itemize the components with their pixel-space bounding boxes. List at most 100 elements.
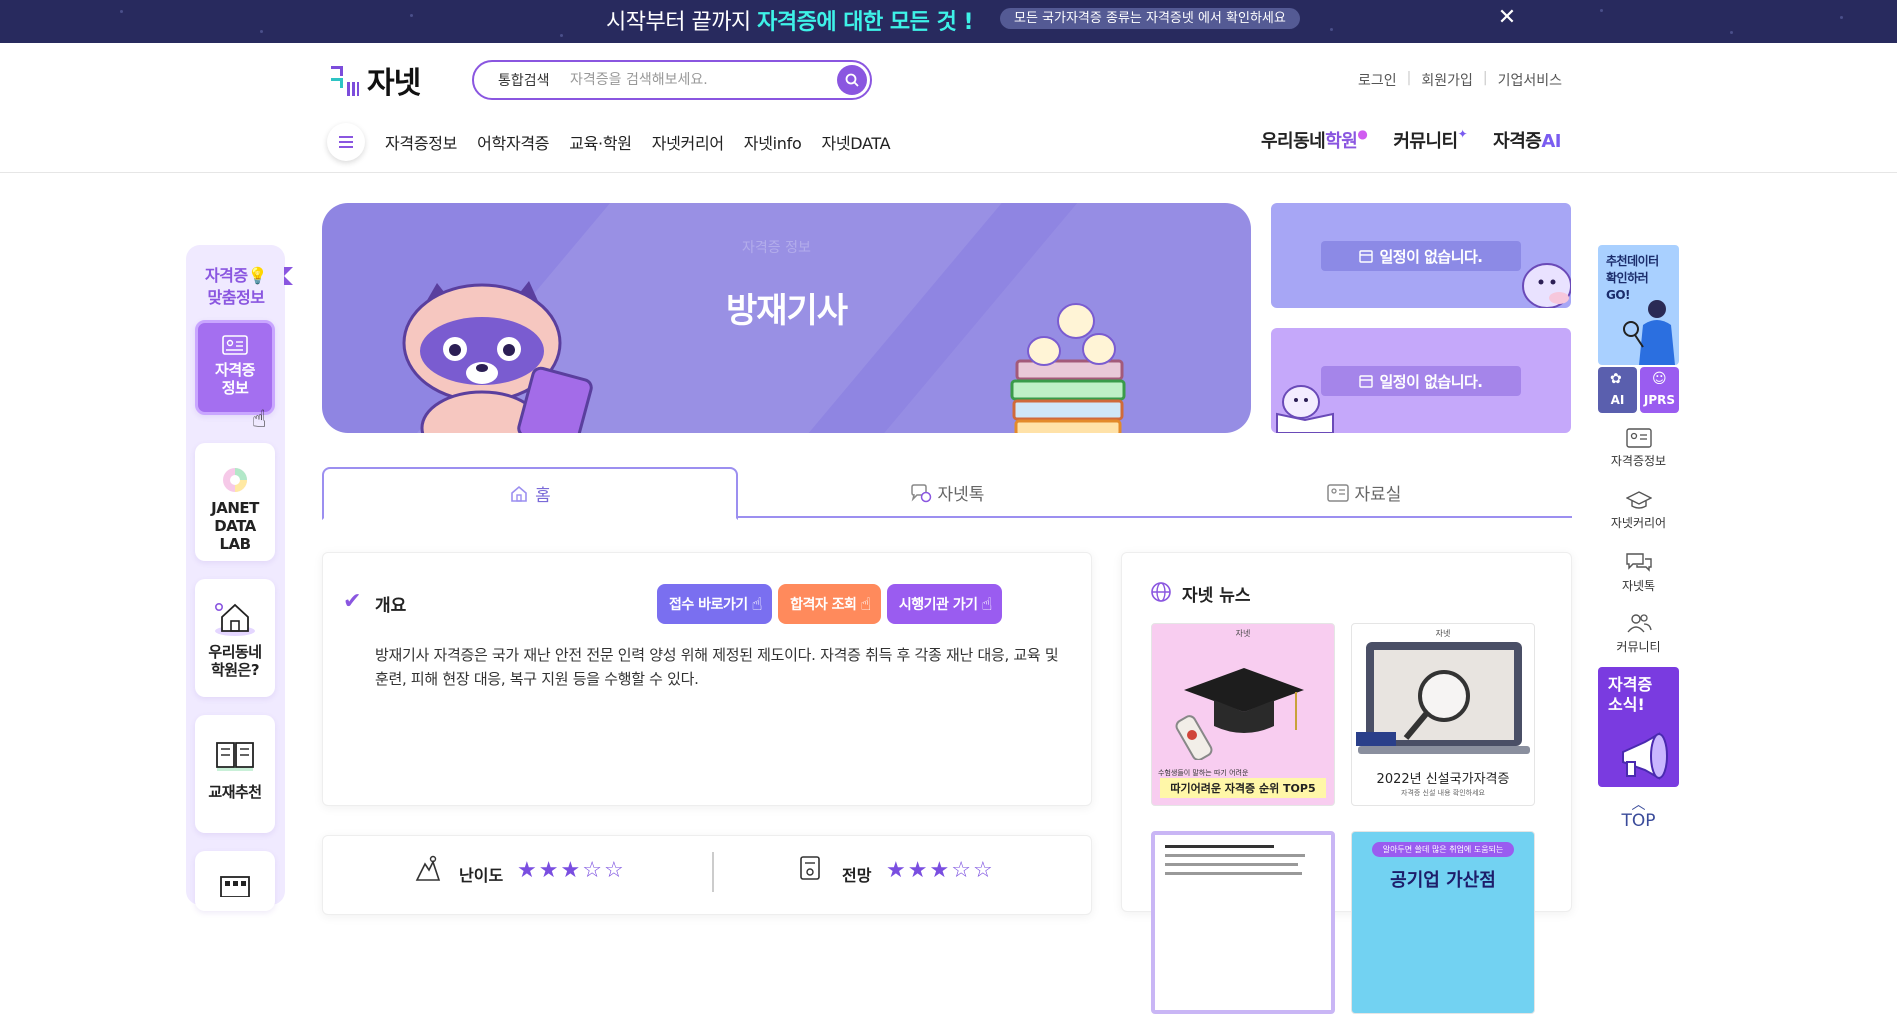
apply-button[interactable]: 접수 바로가기 ☝ — [657, 584, 773, 624]
left-bar-title-b: 맞춤정보 — [207, 288, 265, 307]
nav-item-career[interactable]: 자넷커리어 — [652, 130, 724, 154]
site-logo[interactable]: 자넷 — [331, 59, 421, 101]
feature-nav: 우리동네학원● 커뮤니티✦ 자격증AI — [1261, 127, 1561, 153]
megaphone-icon — [1622, 732, 1668, 780]
divider: | — [1406, 70, 1412, 86]
recommend-data-promo[interactable]: 추천데이터 확인하러 GO! — [1598, 245, 1679, 365]
house-icon — [214, 603, 255, 636]
overview-heading: 개요 — [375, 596, 407, 616]
schedule-empty-pill: 일정이 없습니다. — [1321, 366, 1521, 396]
right-item-career[interactable]: 자넷커리어 — [1598, 490, 1679, 531]
home-icon — [511, 485, 527, 502]
news-heading: 자넷 뉴스 — [1182, 586, 1251, 606]
woman-illustration-icon — [1623, 300, 1675, 365]
difficulty-label: 난이도 — [459, 866, 504, 885]
right-item-cert-info[interactable]: 자격증정보 — [1598, 428, 1679, 469]
stats-divider — [712, 852, 714, 892]
schedule-empty-text: 일정이 없습니다. — [1379, 372, 1483, 391]
flag-icon — [284, 267, 293, 285]
tab-janet-talk[interactable]: 자넷톡 — [738, 467, 1156, 518]
star-empty-icon: ☆ — [582, 858, 602, 883]
stats-card: 난이도 ★ ★ ★ ☆ ☆ 전망 ★ ★ ★ ☆ ☆ — [322, 835, 1092, 915]
nav-academy-a: 우리동네 — [1261, 131, 1326, 152]
schedule-card-exam: 일정이 없습니다. — [1271, 203, 1571, 308]
news-small-text: 자격증 신설 내용 확인하세요 — [1401, 789, 1485, 797]
community-icon: ✦ — [1457, 127, 1468, 141]
scroll-award-icon — [800, 856, 820, 880]
right-item-label: 자넷톡 — [1621, 579, 1656, 593]
nav-item-data[interactable]: 자넷DATA — [821, 130, 890, 154]
news-item[interactable]: 자넷 2022년 신설국가자격증 자격증 신설 내용 확인하세요 — [1351, 623, 1535, 806]
search-input[interactable] — [570, 72, 830, 88]
hand-pointer-icon: ☝ — [860, 593, 871, 615]
nav-item-cert-info[interactable]: 자격증정보 — [385, 130, 457, 154]
building-icon — [220, 876, 250, 897]
globe-icon — [1151, 582, 1171, 602]
right-item-talk[interactable]: 자넷톡 — [1598, 551, 1679, 594]
tab-archive[interactable]: 자료실 — [1156, 467, 1572, 518]
chat-icon — [1625, 553, 1652, 572]
left-item-label: 교재추천 — [208, 783, 262, 801]
laptop-magnifier-icon — [1356, 642, 1530, 754]
right-item-label: 자넷커리어 — [1610, 516, 1667, 530]
nav-item-language[interactable]: 어학자격증 — [477, 130, 549, 154]
ai-quick-button[interactable]: ✿ AI — [1598, 367, 1637, 413]
signup-link[interactable]: 회원가입 — [1421, 70, 1473, 90]
left-item-label: 학원은? — [210, 661, 260, 679]
left-item-books[interactable]: 교재추천 — [195, 715, 275, 833]
jprs-quick-button[interactable]: ☺ JPRS — [1640, 367, 1679, 413]
nav-item-info[interactable]: 자넷info — [744, 130, 802, 154]
chat-icon — [910, 483, 931, 502]
search-scope-label[interactable]: 통합검색 — [498, 70, 570, 90]
news-brand: 자넷 — [1235, 629, 1251, 638]
overview-actions: 접수 바로가기 ☝ 합격자 조회 ☝ 시행기관 가기 ☝ — [657, 584, 1002, 624]
search-icon — [845, 73, 859, 87]
left-item-cert-info[interactable]: 자격증 정보 ☝ — [195, 320, 275, 433]
left-item-label: 자격증 — [215, 361, 255, 379]
tab-home[interactable]: 홈 — [322, 467, 738, 520]
right-item-community[interactable]: 커뮤니티 — [1598, 612, 1679, 655]
news-item[interactable]: 알아두면 쓸데 많은 취업에 도움되는 공기업 가산점 — [1351, 831, 1535, 1014]
organization-button[interactable]: 시행기관 가기 ☝ — [886, 584, 1002, 624]
ai-brain-icon: ✿ — [1610, 371, 1622, 387]
left-item-more[interactable] — [195, 851, 275, 911]
news-small-text: 수험생들이 말하는 따기 어려운 — [1158, 769, 1249, 777]
left-item-academy[interactable]: 우리동네 학원은? — [195, 579, 275, 697]
account-links: 로그인 | 회원가입 | 기업서비스 — [1358, 70, 1562, 90]
search-button[interactable] — [837, 65, 867, 95]
ai-quick-label: AI — [1610, 393, 1625, 407]
mascot-face-icon: ☺ — [1652, 371, 1667, 387]
nav-community[interactable]: 커뮤니티✦ — [1393, 127, 1467, 153]
tab-label: 자넷톡 — [937, 485, 985, 505]
business-link[interactable]: 기업서비스 — [1498, 70, 1562, 90]
left-bar-title-a: 자격증💡 — [204, 266, 268, 285]
outlook-stars: ★ ★ ★ ☆ ☆ — [886, 860, 993, 882]
jprs-quick-label: JPRS — [1643, 393, 1676, 407]
apply-button-label: 접수 바로가기 — [669, 597, 748, 613]
site-header: 자넷 통합검색 로그인 | 회원가입 | 기업서비스 자격증정보 어학자격증 교… — [0, 43, 1897, 173]
menu-button[interactable] — [327, 123, 365, 161]
nav-academy[interactable]: 우리동네학원● — [1261, 127, 1368, 153]
cert-news-promo[interactable]: 자격증 소식! — [1598, 667, 1679, 787]
overview-description: 방재기사 자격증은 국가 재난 안전 전문 인력 양성 위해 제정된 제도이다.… — [375, 646, 1059, 688]
close-promo-button[interactable]: ✕ — [1495, 6, 1519, 30]
nav-item-education[interactable]: 교육·학원 — [569, 130, 632, 154]
divider: | — [1482, 70, 1488, 86]
cert-tabs: 홈 자넷톡 자료실 — [322, 467, 1572, 520]
star-filled-icon: ★ — [886, 858, 906, 883]
scroll-top-button[interactable]: ︿ TOP — [1598, 798, 1679, 831]
result-check-button[interactable]: 합격자 조회 ☝ — [778, 584, 881, 624]
left-item-data-lab[interactable]: JANET DATA LAB — [195, 443, 275, 561]
promo-pill[interactable]: 모든 국가자격증 종류는 자격증넷 에서 확인하세요 — [1000, 8, 1300, 29]
difficulty-stars: ★ ★ ★ ☆ ☆ — [517, 860, 624, 882]
news-item[interactable]: 자넷 수험생들이 말하는 따기 어려운 따기어려운 자격증 순위 TOP5 — [1151, 623, 1335, 806]
star-filled-icon: ★ — [907, 858, 928, 883]
login-link[interactable]: 로그인 — [1358, 70, 1397, 90]
schedule-empty-text: 일정이 없습니다. — [1379, 247, 1483, 266]
close-icon: ✕ — [1497, 5, 1517, 30]
nav-community-label: 커뮤니티 — [1393, 131, 1458, 152]
news-item[interactable] — [1151, 831, 1335, 1014]
nav-cert-ai[interactable]: 자격증AI — [1493, 127, 1561, 153]
users-icon — [1626, 614, 1652, 633]
search-bar: 통합검색 — [472, 60, 872, 100]
